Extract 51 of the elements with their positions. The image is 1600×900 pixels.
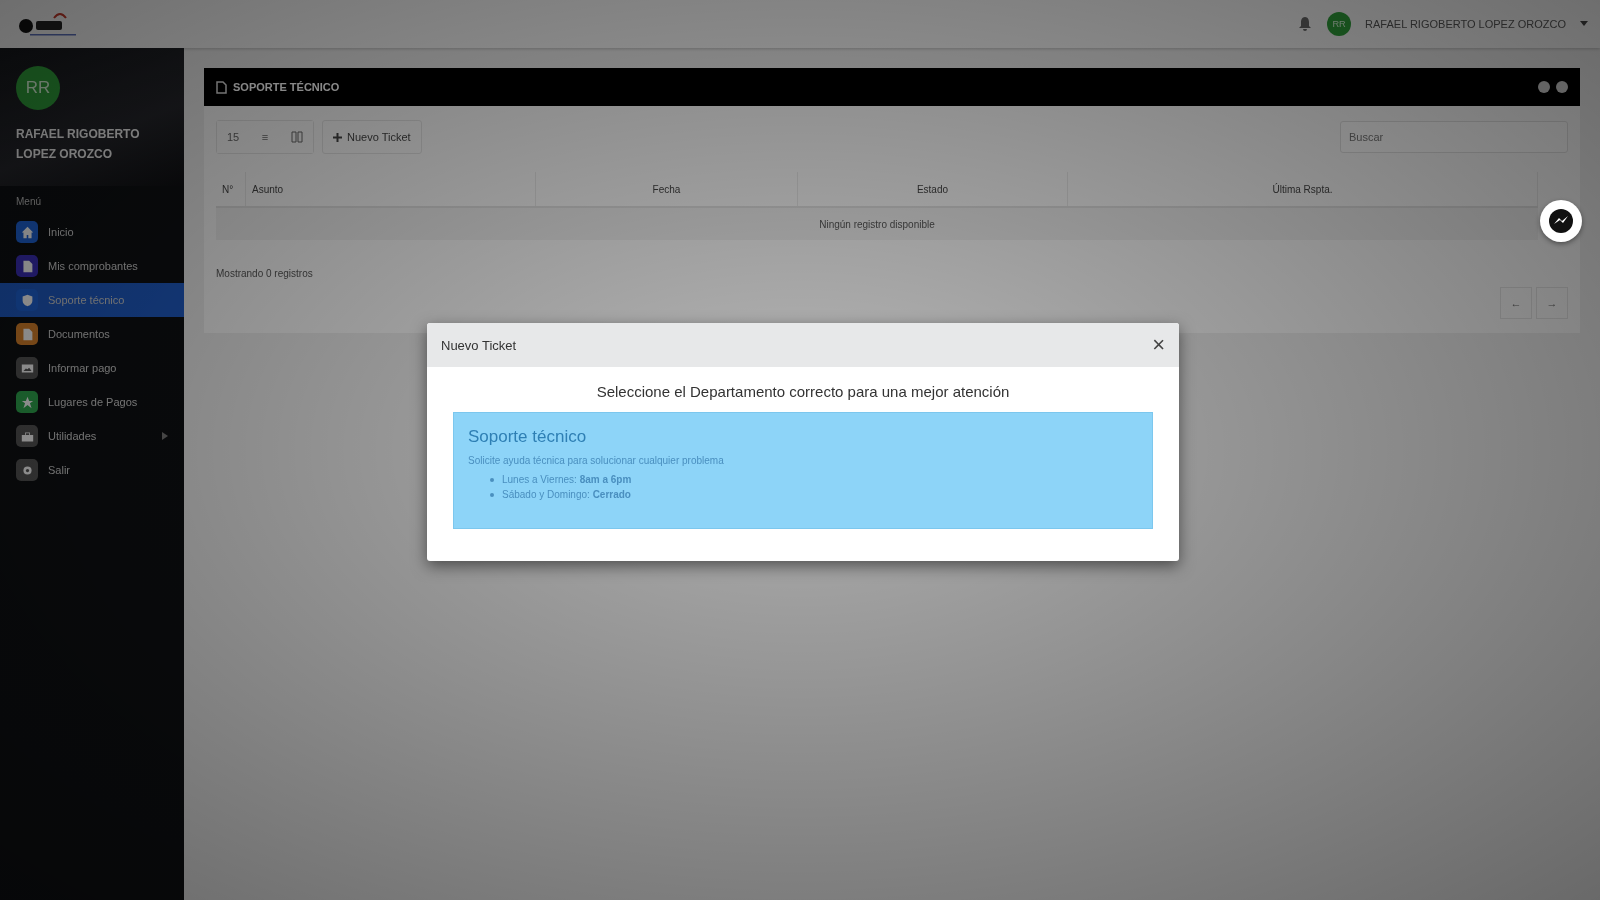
sidebar-item[interactable]: Mis comprobantes <box>0 249 184 283</box>
schedule-text: Lunes a Viernes: 8am a 6pm <box>502 474 632 485</box>
close-button[interactable]: × <box>1152 332 1165 358</box>
record-count: Mostrando 0 registros <box>216 268 314 279</box>
profile-name: RAFAEL RIGOBERTO LOPEZ OROZCO <box>16 126 141 163</box>
profile-avatar: RR <box>16 66 60 110</box>
empty-table-message: Ningún registro disponible <box>216 208 1538 240</box>
user-name[interactable]: RAFAEL RIGOBERTO LOPEZ OROZCO <box>1365 18 1566 30</box>
sidebar-label: Documentos <box>48 328 111 340</box>
caret-icon[interactable] <box>1580 21 1588 27</box>
new-ticket-button[interactable]: Nuevo Ticket <box>322 120 422 154</box>
sidebar-label: Soporte técnico <box>48 294 126 306</box>
search-field[interactable]: Buscar <box>1340 121 1568 153</box>
messenger-icon <box>1548 208 1574 234</box>
sidebar-label: Lugares de Pagos <box>48 396 139 408</box>
department-title: Soporte técnico <box>468 427 588 447</box>
sidebar-label: Utilidades <box>48 430 98 442</box>
sidebar-item[interactable]: Salir <box>0 453 184 487</box>
bell-icon[interactable] <box>1297 16 1314 32</box>
dialog-heading: Seleccione el Departamento correcto para una mejor atención <box>595 383 1011 400</box>
sidebar-label: Mis comprobantes <box>48 260 139 272</box>
sidebar-item[interactable]: Inicio <box>0 215 184 249</box>
schedule-text: Sábado y Domingo: Cerrado <box>502 489 631 500</box>
user-avatar[interactable]: RR <box>1327 12 1352 36</box>
bullet-icon <box>490 492 494 497</box>
column-header[interactable]: N° <box>216 172 246 206</box>
columns-icon <box>291 131 303 143</box>
column-header[interactable]: Estado <box>798 172 1068 206</box>
column-header[interactable]: Última Rspta. <box>1068 172 1538 206</box>
sidebar-item[interactable]: Informar pago <box>0 351 184 385</box>
sidebar-item[interactable]: Documentos <box>0 317 184 351</box>
menu-heading: Menú <box>15 195 42 209</box>
expand-icon[interactable] <box>1556 81 1568 93</box>
plus-icon <box>333 132 342 142</box>
sidebar-item[interactable]: Lugares de Pagos <box>0 385 184 419</box>
pagination-button[interactable]: → <box>1536 287 1568 319</box>
sidebar-item[interactable]: Soporte técnico <box>0 283 184 317</box>
collapse-icon[interactable] <box>1538 81 1550 93</box>
document-icon <box>216 80 227 94</box>
department-card[interactable]: Soporte técnico Solicite ayuda técnica para solucionar cualquier problema Lunes a Viernes: 8am a 6pm Sábado y Domingo: Cerrado <box>453 412 1153 529</box>
column-header[interactable]: Asunto <box>246 172 536 206</box>
column-header[interactable]: Fecha <box>536 172 798 206</box>
sidebar-label: Informar pago <box>48 362 118 374</box>
bullet-icon <box>490 477 494 482</box>
department-description: Solicite ayuda técnica para solucionar cualquier problema <box>468 455 725 466</box>
sidebar-label: Salir <box>48 464 71 476</box>
sidebar-item[interactable]: Utilidades <box>0 419 184 453</box>
panel-title: SOPORTE TÉCNICO <box>233 81 341 93</box>
pagination-button[interactable]: ← <box>1500 287 1532 319</box>
dialog-title: Nuevo Ticket <box>441 337 518 353</box>
sidebar-label: Inicio <box>48 226 75 238</box>
